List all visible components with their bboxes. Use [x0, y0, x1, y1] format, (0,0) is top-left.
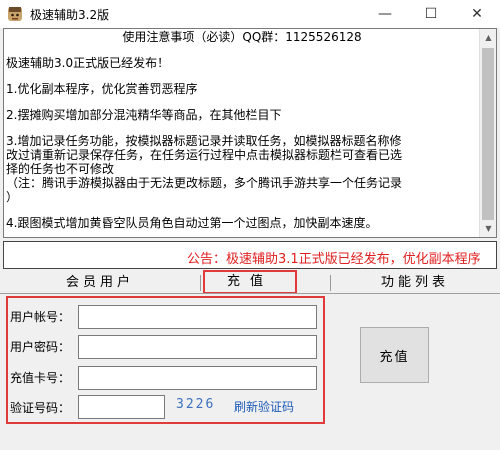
- tab-divider: [200, 275, 201, 291]
- tab-underline: [0, 293, 500, 294]
- scroll-down-arrow-icon[interactable]: ▼: [480, 220, 496, 237]
- password-input[interactable]: [78, 335, 317, 359]
- account-label: 用户帐号：: [10, 310, 71, 324]
- notice-line: 4.跟图模式增加黄昏空队员角色自动过第一个过图点，加快副本速度。: [6, 216, 378, 230]
- captcha-code: 3226: [176, 397, 216, 412]
- tab-member[interactable]: 会员用户: [0, 272, 200, 294]
- tab-strip: 会员用户 充值 功能列表: [0, 270, 500, 294]
- ticker-text: 公告：极速辅助3.1正式版已经发布，优化副本程序: [187, 252, 481, 267]
- captcha-label: 验证号码：: [10, 401, 71, 415]
- tab-recharge[interactable]: 充值: [203, 270, 297, 294]
- recharge-form: 用户帐号： 用户密码： 充值卡号： 验证号码： 3226 刷新验证码: [6, 296, 325, 424]
- scroll-thumb[interactable]: [482, 48, 494, 220]
- refresh-captcha-link[interactable]: 刷新验证码: [234, 398, 294, 415]
- notice-line: 改过请重新记录保存任务，在任务运行过程中点击模拟器标题栏可查看已选: [6, 148, 403, 162]
- password-label: 用户密码：: [10, 340, 71, 354]
- notice-line: 极速辅助3.0正式版已经发布！: [6, 56, 170, 70]
- vertical-scrollbar[interactable]: ▲ ▼: [479, 29, 496, 237]
- miner-avatar-icon: [8, 7, 22, 21]
- card-label: 充值卡号：: [10, 371, 71, 385]
- notice-line: 2.摆摊购买增加部分混沌精华等商品，在其他栏目下: [6, 108, 282, 122]
- tab-functions[interactable]: 功能列表: [330, 272, 500, 294]
- notice-line: （注：腾讯手游模拟器由于无法更改标题，多个腾讯手游共享一个任务记录: [6, 176, 403, 190]
- title-bar: 极速辅助3.2版 — ☐ ✕: [0, 0, 500, 28]
- notice-line: ）: [6, 190, 19, 204]
- notice-content: 使用注意事项（必读）QQ群：1125526128 极速辅助3.0正式版已经发布！…: [6, 29, 478, 230]
- notice-line: 1.优化副本程序，优化赏善罚恶程序: [6, 82, 198, 96]
- notice-heading: 使用注意事项（必读）QQ群：1125526128: [122, 30, 362, 44]
- notice-textbox[interactable]: 使用注意事项（必读）QQ群：1125526128 极速辅助3.0正式版已经发布！…: [3, 28, 497, 238]
- notice-line: 3.增加记录任务功能，按模拟器标题记录并读取任务，如模拟器标题名称修: [6, 134, 402, 148]
- captcha-input[interactable]: [78, 395, 165, 419]
- scroll-up-arrow-icon[interactable]: ▲: [480, 29, 496, 46]
- maximize-button[interactable]: ☐: [408, 0, 454, 28]
- card-number-input[interactable]: [78, 366, 317, 390]
- window-title: 极速辅助3.2版: [30, 8, 110, 22]
- recharge-button[interactable]: 充值: [360, 327, 429, 383]
- minimize-button[interactable]: —: [362, 0, 408, 28]
- account-input[interactable]: [78, 305, 317, 329]
- notice-line: 择的任务也不可修改: [6, 162, 115, 176]
- announcement-ticker: 公告：极速辅助3.1正式版已经发布，优化副本程序: [3, 241, 497, 269]
- close-button[interactable]: ✕: [454, 0, 500, 28]
